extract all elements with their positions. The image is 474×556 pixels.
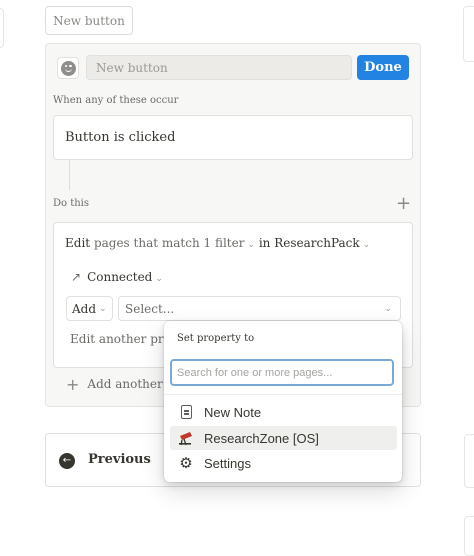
chevron-down-icon: ⌄: [247, 240, 255, 250]
value-select[interactable]: Select... ⌄: [118, 296, 401, 321]
previous-label[interactable]: Previous: [88, 452, 151, 467]
right-edge-fragment-mid: [464, 434, 474, 488]
when-label: When any of these occur: [53, 95, 179, 106]
page-search-input[interactable]: Search for one or more pages...: [170, 359, 394, 386]
menu-item-researchzone[interactable]: ResearchZone [OS]: [170, 426, 397, 450]
do-this-label: Do this: [53, 198, 90, 209]
button-name-input[interactable]: New button: [86, 55, 352, 80]
arrow-left-circle-icon: ←: [59, 453, 75, 469]
page-icon: [178, 404, 194, 420]
right-edge-fragment-top: [463, 6, 474, 62]
chevron-down-icon: ⌄: [384, 304, 392, 314]
add-action-plus-icon[interactable]: +: [396, 195, 411, 213]
plus-icon: +: [66, 375, 80, 394]
add-mode-select[interactable]: Add ⌄: [66, 296, 113, 321]
new-button[interactable]: New button: [45, 6, 133, 35]
popup-divider: [164, 394, 402, 395]
popup-title: Set property to: [177, 333, 255, 344]
trigger-button-clicked[interactable]: Button is clicked: [53, 115, 413, 160]
smiley-icon: [60, 60, 76, 76]
done-button[interactable]: Done: [357, 55, 409, 80]
action-verb: Edit: [65, 236, 91, 250]
gear-icon: ⚙: [179, 454, 193, 472]
chevron-down-icon: ⌄: [155, 274, 163, 284]
add-another-action[interactable]: + Add another: [66, 376, 163, 394]
right-edge-fragment-bottom: [464, 516, 474, 556]
edit-another-property[interactable]: Edit another prop: [70, 332, 179, 346]
chevron-down-icon: ⌄: [362, 240, 371, 250]
left-edge-fragment: [0, 8, 4, 48]
menu-item-settings[interactable]: ⚙ Settings: [170, 451, 397, 475]
relation-arrow-icon: ↗: [71, 270, 82, 284]
chevron-down-icon: ⌄: [99, 303, 107, 314]
in-word: in: [258, 236, 271, 250]
action-summary: Edit pages that match 1 filter ⌄ in Resea…: [65, 236, 370, 250]
menu-item-new-note[interactable]: New Note: [170, 400, 397, 424]
telescope-icon: [178, 430, 194, 446]
filter-dropdown[interactable]: pages that match 1 filter ⌄: [94, 236, 255, 250]
database-dropdown[interactable]: ResearchPack ⌄: [274, 236, 370, 250]
connector-line: [69, 160, 70, 190]
emoji-picker-button[interactable]: [57, 57, 79, 79]
property-connected[interactable]: ↗ Connected ⌄: [71, 270, 163, 284]
